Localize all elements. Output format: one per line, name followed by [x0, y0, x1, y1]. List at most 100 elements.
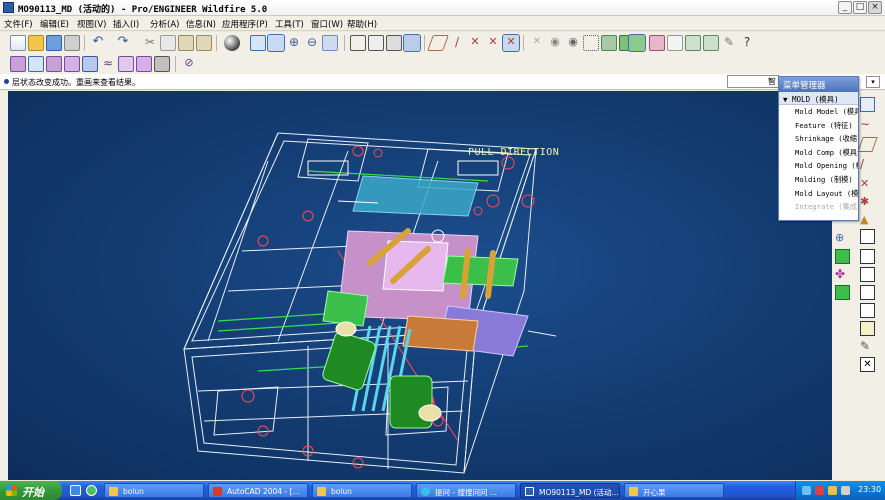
menu-item-mold-opening[interactable]: Mold Opening (模: [779, 159, 858, 173]
save-icon[interactable]: [46, 35, 62, 51]
graphics-window[interactable]: PULL DIRECTION: [8, 91, 832, 480]
task-bolun-2[interactable]: bolun: [312, 483, 412, 498]
edit-definition-icon[interactable]: ✎: [860, 339, 875, 354]
menu-manager-header[interactable]: ▼ MOLD (模具): [779, 92, 858, 105]
show-point-icon[interactable]: ◉: [547, 35, 563, 51]
open-icon[interactable]: [28, 35, 44, 51]
menu-item-shrinkage[interactable]: Shrinkage (收缩): [779, 132, 858, 146]
rib-icon[interactable]: [860, 285, 875, 300]
layer-icon[interactable]: [601, 35, 617, 51]
selection-filter[interactable]: 智: [727, 75, 779, 88]
round-icon[interactable]: [860, 229, 875, 244]
relations-icon[interactable]: [667, 35, 683, 51]
volume-icon[interactable]: [46, 56, 62, 72]
extract-icon[interactable]: [118, 56, 134, 72]
menu-edit[interactable]: 编辑(E): [40, 18, 69, 30]
print-icon[interactable]: [64, 35, 80, 51]
delete-icon[interactable]: ✕: [860, 357, 875, 372]
sketch-icon[interactable]: [860, 97, 875, 112]
filter-dropdown-icon[interactable]: ▾: [866, 76, 880, 88]
chamfer-icon[interactable]: [860, 249, 875, 264]
trim-icon[interactable]: [860, 321, 875, 336]
orient-icon[interactable]: [267, 34, 285, 52]
mold-component-icon[interactable]: [835, 285, 850, 300]
datum-plane-icon[interactable]: [427, 35, 449, 51]
quicklaunch-browser-icon[interactable]: [86, 485, 97, 496]
new-icon[interactable]: [10, 35, 26, 51]
menu-window[interactable]: 窗口(W): [311, 18, 343, 30]
show-axis-icon[interactable]: ✕: [529, 35, 545, 51]
task-soso-wenwen[interactable]: 提问 - 搜搜问问 ...: [416, 483, 516, 498]
split-icon[interactable]: [64, 56, 80, 72]
view-eye-icon[interactable]: ◉: [565, 35, 581, 51]
zoom-out-icon[interactable]: ⊖: [304, 35, 320, 51]
repaint-icon[interactable]: [250, 35, 266, 51]
refit-icon[interactable]: [322, 35, 338, 51]
structure-icon[interactable]: [703, 35, 719, 51]
menu-analysis[interactable]: 分析(A): [150, 18, 179, 30]
plane-icon[interactable]: [857, 137, 878, 152]
menu-view[interactable]: 视图(V): [77, 18, 106, 30]
draft-icon[interactable]: [860, 303, 875, 318]
task-bolun-1[interactable]: bolun: [104, 483, 204, 498]
csys-icon[interactable]: ✕: [502, 34, 520, 52]
family-table-icon[interactable]: [685, 35, 701, 51]
point-icon[interactable]: ✕: [860, 177, 875, 192]
waterline-icon[interactable]: ≈: [100, 56, 116, 72]
undo-icon[interactable]: ↶: [90, 35, 106, 51]
csys-icon[interactable]: ✱: [860, 195, 875, 210]
datum-point-icon[interactable]: ✕: [467, 35, 483, 51]
menu-item-mold-model[interactable]: Mold Model (模具: [779, 105, 858, 119]
no-hidden-icon[interactable]: [386, 35, 402, 51]
menu-info[interactable]: 信息(N): [186, 18, 216, 30]
context-help-icon[interactable]: ?: [739, 35, 755, 51]
paste-icon[interactable]: [178, 35, 194, 51]
draft-check-icon[interactable]: [154, 56, 170, 72]
menu-item-mold-layout[interactable]: Mold Layout (模: [779, 187, 858, 201]
mold-layout-icon[interactable]: [10, 56, 26, 72]
axis-icon[interactable]: /: [860, 157, 875, 172]
menu-item-mold-comp[interactable]: Mold Comp (模具元: [779, 146, 858, 160]
curve-icon[interactable]: ∼: [860, 117, 875, 132]
menu-file[interactable]: 文件(F): [4, 18, 33, 30]
pin-icon[interactable]: ✤: [835, 267, 850, 282]
edit-icon[interactable]: ✎: [721, 35, 737, 51]
minimize-button[interactable]: _: [838, 1, 852, 14]
mold-opening-icon[interactable]: [136, 56, 152, 72]
select-box-icon[interactable]: [583, 35, 599, 51]
quicklaunch-desktop-icon[interactable]: [70, 485, 81, 496]
tray-network-icon[interactable]: [802, 486, 811, 495]
task-kaixinguo[interactable]: 开心果: [624, 483, 724, 498]
mold-layers-icon[interactable]: [628, 34, 646, 52]
model-tree-icon[interactable]: [649, 35, 665, 51]
wireframe-icon[interactable]: [350, 35, 366, 51]
analysis-icon[interactable]: ▲: [860, 213, 875, 228]
tray-volume-icon[interactable]: [841, 486, 850, 495]
task-proe[interactable]: MO90113_MD (活动...: [520, 483, 620, 498]
menu-applications[interactable]: 应用程序(P): [222, 18, 268, 30]
menu-item-feature[interactable]: Feature (特征): [779, 119, 858, 133]
menu-help[interactable]: 帮助(H): [347, 18, 377, 30]
move-icon[interactable]: ⊕: [835, 231, 850, 246]
cut-icon[interactable]: ✂: [142, 35, 158, 51]
start-button[interactable]: 开始: [0, 481, 62, 500]
shell-icon[interactable]: [860, 267, 875, 282]
menu-item-molding[interactable]: Molding (制模): [779, 173, 858, 187]
datum-point-icon[interactable]: ✕: [485, 35, 501, 51]
filter-icon[interactable]: ⊘: [181, 56, 197, 72]
redo-icon[interactable]: ↷: [115, 35, 131, 51]
appearance-icon[interactable]: [224, 35, 240, 51]
runner-icon[interactable]: [82, 56, 98, 72]
close-button[interactable]: ×: [868, 1, 882, 14]
tray-qq-icon[interactable]: [828, 486, 837, 495]
paste-special-icon[interactable]: [196, 35, 212, 51]
shading-icon[interactable]: [403, 34, 421, 52]
tray-security-icon[interactable]: [815, 486, 824, 495]
zoom-in-icon[interactable]: ⊕: [286, 35, 302, 51]
parting-surface-icon[interactable]: [28, 56, 44, 72]
maximize-button[interactable]: □: [853, 1, 867, 14]
hidden-line-icon[interactable]: [368, 35, 384, 51]
menu-insert[interactable]: 插入(I): [113, 18, 139, 30]
task-autocad[interactable]: AutoCAD 2004 - [...: [208, 483, 308, 498]
mold-volume-icon[interactable]: [835, 249, 850, 264]
